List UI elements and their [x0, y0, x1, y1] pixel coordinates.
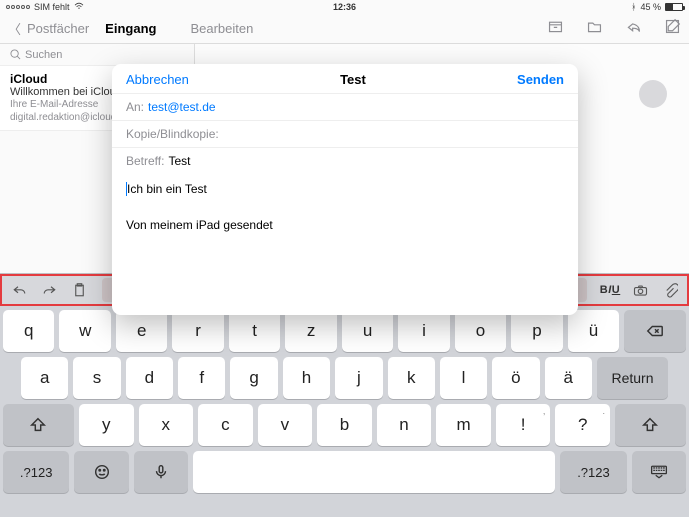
undo-icon[interactable]	[6, 277, 32, 303]
compose-body[interactable]: Ich bin ein Test Von meinem iPad gesende…	[112, 174, 578, 315]
status-bar: SIM fehlt 12:36 ᚼ 45 %	[0, 0, 689, 14]
send-button[interactable]: Senden	[517, 72, 564, 87]
move-icon[interactable]	[586, 18, 603, 40]
key-n[interactable]: n	[377, 404, 432, 446]
search-placeholder: Suchen	[25, 49, 62, 61]
key-w[interactable]: w	[59, 310, 110, 352]
bluetooth-icon: ᚼ	[631, 2, 636, 12]
body-line-1: Ich bin ein Test	[127, 182, 207, 196]
key-b[interactable]: b	[317, 404, 372, 446]
cancel-button[interactable]: Abbrechen	[126, 72, 189, 87]
key-q[interactable]: q	[3, 310, 54, 352]
symbols-key-left[interactable]: .?123	[3, 451, 69, 493]
key-r[interactable]: r	[172, 310, 223, 352]
to-value[interactable]: test@test.de	[148, 100, 216, 114]
shift-key-left[interactable]	[3, 404, 74, 446]
key-i[interactable]: i	[398, 310, 449, 352]
key-c[interactable]: c	[198, 404, 253, 446]
key-m[interactable]: m	[436, 404, 491, 446]
key-punct-![interactable]: !,	[496, 404, 551, 446]
battery-percent: 45 %	[640, 2, 661, 12]
key-u[interactable]: u	[342, 310, 393, 352]
back-label[interactable]: Postfächer	[27, 21, 89, 36]
to-row[interactable]: An: test@test.de	[112, 93, 578, 120]
edit-button[interactable]: Bearbeiten	[190, 21, 253, 36]
key-h[interactable]: h	[283, 357, 330, 399]
back-chevron-icon[interactable]: 〈	[8, 19, 21, 38]
compose-title: Test	[340, 72, 366, 87]
subject-value: Test	[168, 154, 190, 168]
cc-row[interactable]: Kopie/Blindkopie:	[112, 120, 578, 147]
key-ä[interactable]: ä	[545, 357, 592, 399]
key-punct-?[interactable]: ?.	[555, 404, 610, 446]
cc-label: Kopie/Blindkopie:	[126, 127, 219, 141]
attachment-icon[interactable]	[657, 277, 683, 303]
emoji-key[interactable]	[74, 451, 128, 493]
key-t[interactable]: t	[229, 310, 280, 352]
return-key[interactable]: Return	[597, 357, 668, 399]
to-label: An:	[126, 100, 144, 114]
key-p[interactable]: p	[511, 310, 562, 352]
battery-icon	[665, 3, 683, 11]
symbols-key-right[interactable]: .?123	[560, 451, 626, 493]
signature: Von meinem iPad gesendet	[126, 218, 564, 232]
key-f[interactable]: f	[178, 357, 225, 399]
key-g[interactable]: g	[230, 357, 277, 399]
dictation-key[interactable]	[134, 451, 188, 493]
subject-label: Betreff:	[126, 154, 164, 168]
compose-sheet: Abbrechen Test Senden An: test@test.de K…	[112, 64, 578, 315]
camera-icon[interactable]	[627, 277, 653, 303]
key-s[interactable]: s	[73, 357, 120, 399]
key-z[interactable]: z	[285, 310, 336, 352]
shift-key-right[interactable]	[615, 404, 686, 446]
reply-icon[interactable]	[625, 18, 642, 40]
key-x[interactable]: x	[139, 404, 194, 446]
keyboard: qwertzuiopü asdfghjklöäReturn yxcvbnm!,?…	[0, 306, 689, 517]
mail-body: Suchen iCloud Willkommen bei iCloud Ihre…	[0, 44, 689, 273]
key-ö[interactable]: ö	[492, 357, 539, 399]
key-y[interactable]: y	[79, 404, 134, 446]
key-k[interactable]: k	[388, 357, 435, 399]
key-e[interactable]: e	[116, 310, 167, 352]
key-v[interactable]: v	[258, 404, 313, 446]
key-d[interactable]: d	[126, 357, 173, 399]
hide-keyboard-key[interactable]	[632, 451, 686, 493]
redo-icon[interactable]	[36, 277, 62, 303]
key-l[interactable]: l	[440, 357, 487, 399]
archive-icon[interactable]	[547, 18, 564, 40]
search-field[interactable]: Suchen	[0, 44, 194, 66]
key-a[interactable]: a	[21, 357, 68, 399]
clock: 12:36	[333, 2, 356, 12]
key-o[interactable]: o	[455, 310, 506, 352]
backspace-key[interactable]	[624, 310, 686, 352]
wifi-icon	[74, 2, 84, 12]
key-j[interactable]: j	[335, 357, 382, 399]
compose-icon[interactable]	[664, 18, 681, 40]
inbox-title: Eingang	[105, 21, 156, 36]
subject-row[interactable]: Betreff: Test	[112, 147, 578, 174]
avatar	[639, 80, 667, 108]
format-biu-button[interactable]: BIU	[597, 277, 623, 303]
mail-toolbar: 〈 Postfächer Eingang Bearbeiten	[0, 14, 689, 44]
space-key[interactable]	[193, 451, 555, 493]
sim-status: SIM fehlt	[34, 2, 70, 12]
signal-dots	[6, 5, 30, 9]
key-ü[interactable]: ü	[568, 310, 619, 352]
paste-icon[interactable]	[66, 277, 92, 303]
